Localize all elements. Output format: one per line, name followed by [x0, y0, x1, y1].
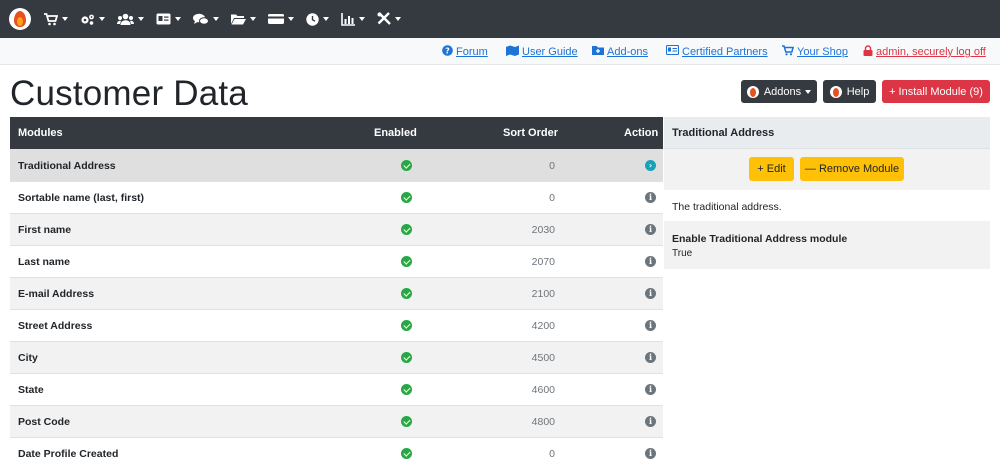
info-circle-icon[interactable]: i: [645, 192, 656, 203]
enabled-check-icon: [401, 352, 412, 363]
enabled-check-icon: [401, 160, 412, 171]
enabled-check-icon: [401, 448, 412, 459]
credit-card-icon[interactable]: [268, 13, 294, 25]
cart-icon: [782, 45, 795, 59]
sort-order-value: 4600: [531, 384, 555, 396]
info-circle-icon[interactable]: i: [645, 224, 656, 235]
table-row[interactable]: First name 2030 i: [10, 213, 663, 245]
gears-icon[interactable]: [80, 13, 105, 26]
page-title: Customer Data: [10, 74, 248, 113]
nav-menu: [44, 0, 413, 38]
module-name: Street Address: [18, 320, 93, 332]
info-circle-icon[interactable]: i: [645, 288, 656, 299]
certified-partners-link[interactable]: Certified Partners: [665, 44, 768, 58]
addons-logo-icon: [746, 85, 759, 98]
sort-order-value: 4800: [531, 416, 555, 428]
table-row[interactable]: Sortable name (last, first) 0 i: [10, 181, 663, 213]
info-circle-icon[interactable]: i: [645, 256, 656, 267]
tools-icon[interactable]: [377, 12, 401, 26]
module-name: Traditional Address: [18, 160, 116, 172]
clock-icon[interactable]: [306, 12, 329, 26]
comments-icon[interactable]: [193, 13, 219, 26]
module-name: Date Profile Created: [18, 448, 119, 460]
info-circle-icon[interactable]: i: [645, 448, 656, 459]
cart-icon[interactable]: [44, 12, 68, 26]
user-guide-link[interactable]: User Guide: [506, 45, 578, 59]
sort-order-value: 2030: [531, 224, 555, 236]
svg-text:?: ?: [445, 46, 450, 55]
header-modules: Modules: [18, 127, 63, 139]
panel-actions: + Edit — Remove Module: [664, 149, 990, 190]
bar-chart-icon[interactable]: [341, 12, 365, 26]
help-logo-icon: [829, 85, 842, 98]
sort-order-value: 4500: [531, 352, 555, 364]
module-name: Sortable name (last, first): [18, 192, 145, 204]
table-row[interactable]: Traditional Address 0 ›: [10, 149, 663, 181]
caret-down-icon: [805, 89, 812, 94]
enabled-check-icon: [401, 320, 412, 331]
help-button[interactable]: Help: [823, 80, 876, 103]
table-row[interactable]: Last name 2070 i: [10, 245, 663, 277]
map-icon: [506, 45, 519, 59]
install-module-button[interactable]: + Install Module (9): [882, 80, 990, 103]
info-circle-icon[interactable]: i: [645, 416, 656, 427]
header-action: Action: [624, 127, 659, 139]
module-setting: Enable Traditional Address module True: [664, 221, 990, 269]
info-circle-icon[interactable]: i: [645, 352, 656, 363]
forum-link[interactable]: ? Forum: [442, 45, 488, 59]
sort-order-value: 2070: [531, 256, 555, 268]
info-circle-icon[interactable]: i: [645, 320, 656, 331]
table-row[interactable]: Date Profile Created 0 i: [10, 437, 663, 469]
addons-link[interactable]: Add-ons: [592, 45, 648, 58]
table-row[interactable]: Street Address 4200 i: [10, 309, 663, 341]
module-info-panel: Traditional Address + Edit — Remove Modu…: [664, 117, 990, 269]
table-header: Modules Enabled Sort Order Action: [10, 117, 663, 149]
enabled-check-icon: [401, 256, 412, 267]
info-circle-icon[interactable]: i: [645, 384, 656, 395]
setting-label: Enable Traditional Address module: [672, 233, 848, 245]
your-shop-link[interactable]: Your Shop: [782, 45, 848, 59]
panel-title: Traditional Address: [664, 117, 990, 149]
top-navbar: [0, 0, 1000, 38]
app-logo-icon[interactable]: [9, 8, 31, 30]
table-row[interactable]: State 4600 i: [10, 373, 663, 405]
sort-order-value: 0: [549, 448, 555, 460]
remove-module-button[interactable]: — Remove Module: [800, 157, 904, 181]
sort-order-value: 0: [549, 160, 555, 172]
module-name: First name: [18, 224, 72, 236]
table-row[interactable]: E-mail Address 2100 i: [10, 277, 663, 309]
sort-order-value: 0: [549, 192, 555, 204]
id-card-icon[interactable]: [156, 13, 181, 25]
module-name: Post Code: [18, 416, 70, 428]
modules-table: Modules Enabled Sort Order Action Tradit…: [10, 117, 663, 469]
question-circle-icon: ?: [442, 45, 453, 59]
module-description: The traditional address.: [672, 201, 782, 213]
sort-order-value: 4200: [531, 320, 555, 332]
folder-plus-icon: [592, 45, 604, 58]
enabled-check-icon: [401, 192, 412, 203]
edit-button[interactable]: + Edit: [749, 157, 794, 181]
logoff-link[interactable]: admin, securely log off: [863, 45, 986, 59]
chevron-right-circle-icon[interactable]: ›: [645, 160, 656, 171]
enabled-check-icon: [401, 224, 412, 235]
enabled-check-icon: [401, 288, 412, 299]
sort-order-value: 2100: [531, 288, 555, 300]
table-row[interactable]: City 4500 i: [10, 341, 663, 373]
module-name: State: [18, 384, 44, 396]
secondary-links-bar: ? Forum User Guide Add-ons Certified Par…: [0, 38, 1000, 65]
id-card-icon: [665, 44, 680, 58]
setting-value: True: [672, 248, 693, 259]
header-enabled: Enabled: [374, 127, 417, 139]
module-name: E-mail Address: [18, 288, 95, 300]
module-name: City: [18, 352, 38, 364]
addons-dropdown-button[interactable]: Addons: [741, 80, 817, 103]
users-icon[interactable]: [117, 13, 144, 26]
table-row[interactable]: Post Code 4800 i: [10, 405, 663, 437]
lock-icon: [863, 45, 873, 59]
enabled-check-icon: [401, 384, 412, 395]
folder-icon[interactable]: [231, 13, 256, 25]
enabled-check-icon: [401, 416, 412, 427]
header-sort-order: Sort Order: [503, 127, 559, 139]
module-name: Last name: [18, 256, 70, 268]
